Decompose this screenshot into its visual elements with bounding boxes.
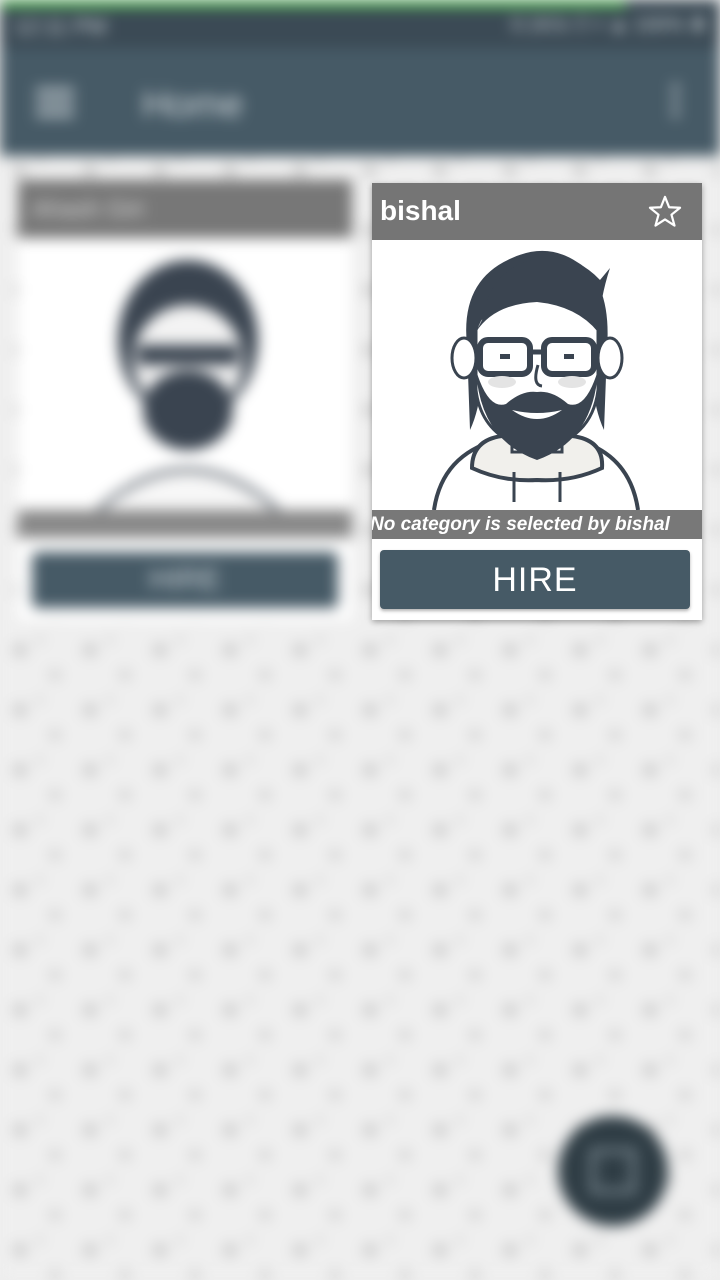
app-bar: Home	[0, 48, 720, 156]
status-bar: 12:11 PM 0.1K/s ⏱ ▾ ▲ 100% ▮	[0, 0, 720, 48]
avatar-image	[96, 260, 280, 510]
floating-action-button[interactable]	[558, 1116, 668, 1226]
status-time: 12:11 PM	[14, 14, 107, 39]
more-vert-icon[interactable]	[672, 84, 680, 122]
hire-button[interactable]: HIRE	[32, 552, 338, 608]
worker-card[interactable]: Ahash Giri HIRE	[18, 180, 352, 620]
star-outline-icon[interactable]	[646, 193, 684, 231]
worker-card-bishal[interactable]: bishal No category is selected by bishal…	[372, 183, 702, 620]
grid-icon	[590, 1148, 636, 1194]
download-progress-bar	[0, 0, 627, 8]
card-caption: No category is selected by bishal	[372, 510, 702, 539]
card-header: Ahash Giri	[18, 180, 352, 238]
hire-button[interactable]: HIRE	[380, 550, 690, 609]
avatar-image	[372, 240, 702, 511]
card-caption	[18, 510, 352, 538]
menu-icon[interactable]	[36, 88, 74, 118]
category-caption-text: No category is selected by bishal	[372, 514, 670, 535]
card-name: bishal	[380, 195, 461, 226]
card-header: bishal	[372, 183, 702, 240]
card-name: Ahash Giri	[32, 196, 145, 223]
status-indicators: 0.1K/s ⏱ ▾ ▲ 100% ▮	[511, 14, 706, 36]
app-bar-title: Home	[142, 84, 244, 126]
